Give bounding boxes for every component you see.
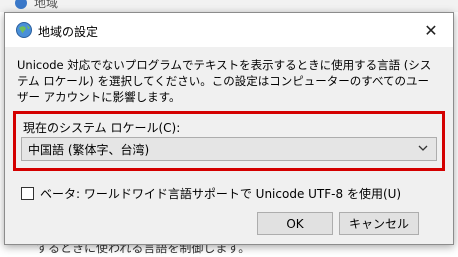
dialog-description: Unicode 対応でないプログラムでテキストを表示するときに使用する言語 (シ… (17, 58, 432, 104)
region-globe-icon (16, 22, 32, 38)
background-titlebar: 地域 (0, 0, 458, 12)
beta-utf8-label: ベータ: ワールドワイド言語サポートで Unicode UTF-8 を使用(U) (40, 187, 402, 201)
chevron-down-icon (418, 145, 428, 151)
system-locale-label: 現在のシステム ロケール(C): (23, 121, 181, 135)
dialog-titlebar: 地域の設定 ✕ (5, 13, 453, 47)
cancel-button[interactable]: キャンセル (339, 212, 419, 235)
system-locale-dropdown[interactable]: 中国語 (繁体字、台湾) (21, 137, 437, 161)
region-settings-dialog: 地域の設定 ✕ Unicode 対応でないプログラムでテキストを表示するときに使… (4, 12, 454, 245)
close-button[interactable]: ✕ (409, 13, 453, 47)
region-app-icon (15, 0, 27, 9)
beta-utf8-option[interactable]: ベータ: ワールドワイド言語サポートで Unicode UTF-8 を使用(U) (21, 185, 401, 202)
background-title: 地域 (34, 0, 59, 10)
system-locale-value: 中国語 (繁体字、台湾) (28, 142, 150, 157)
close-icon: ✕ (424, 20, 438, 40)
ok-button[interactable]: OK (257, 212, 333, 235)
beta-utf8-checkbox[interactable] (21, 187, 34, 200)
dialog-title: 地域の設定 (38, 25, 99, 39)
